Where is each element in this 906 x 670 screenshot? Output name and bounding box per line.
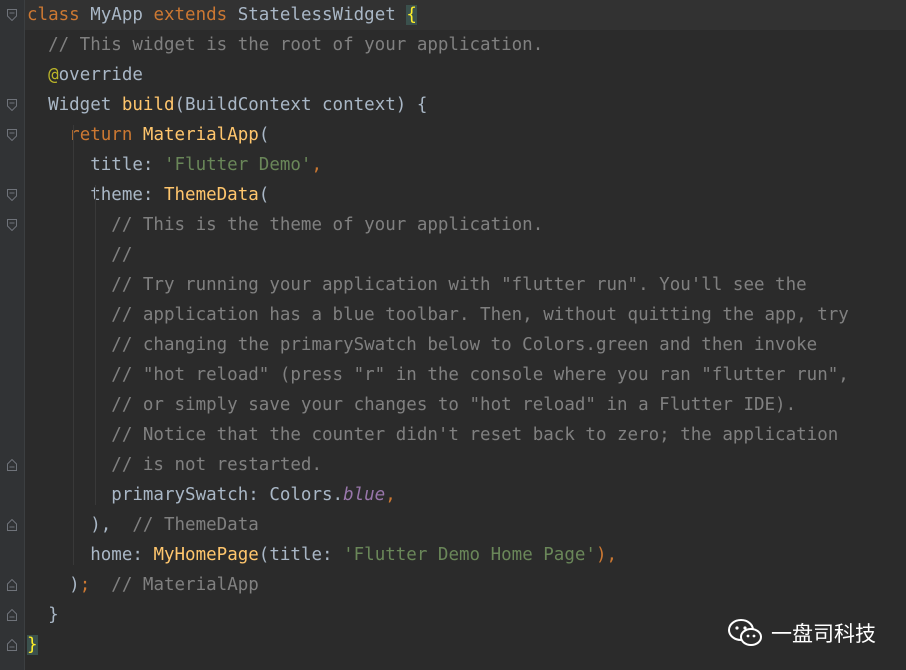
code-line[interactable]: // [25, 240, 906, 270]
code-line[interactable]: ); // MaterialApp [25, 570, 906, 600]
code-token: build [121, 95, 175, 115]
code-token: // is not restarted. [27, 455, 323, 475]
code-line[interactable]: // This is the theme of your application… [25, 210, 906, 240]
code-line[interactable]: ), // ThemeData [25, 510, 906, 540]
code-token: ), [595, 545, 618, 565]
code-token: , [311, 155, 323, 175]
fold-close-icon[interactable] [7, 579, 17, 591]
code-token: 'Flutter Demo' [163, 155, 312, 175]
code-line[interactable]: title: 'Flutter Demo', [25, 150, 906, 180]
code-token: class [27, 5, 91, 25]
code-token: ( [258, 185, 270, 205]
code-token: // or simply save your changes to "hot r… [27, 395, 797, 415]
fold-open-icon[interactable] [7, 129, 17, 141]
code-token: MyApp [90, 5, 154, 25]
code-line[interactable]: // or simply save your changes to "hot r… [25, 390, 906, 420]
wechat-icon [728, 619, 762, 646]
code-line[interactable]: // "hot reload" (press "r" in the consol… [25, 360, 906, 390]
code-token: blue [343, 485, 386, 505]
code-line[interactable]: class MyApp extends StatelessWidget { [25, 0, 906, 30]
watermark: 一盘司科技 [727, 618, 876, 648]
code-line[interactable]: theme: ThemeData( [25, 180, 906, 210]
code-token: ( [258, 125, 270, 145]
code-token: { [406, 5, 417, 25]
code-token: // Notice that the counter didn't reset … [27, 425, 839, 445]
code-line[interactable]: @override [25, 60, 906, 90]
fold-open-icon[interactable] [7, 9, 17, 21]
code-token: MaterialApp [142, 125, 259, 145]
code-token: // ThemeData [132, 515, 259, 535]
code-line[interactable]: // changing the primarySwatch below to C… [25, 330, 906, 360]
code-token: primarySwatch: Colors. [27, 485, 344, 505]
code-token: // This is the theme of your application… [27, 215, 544, 235]
watermark-text: 一盘司科技 [771, 622, 876, 646]
code-token: , [385, 485, 396, 505]
indent-guide [95, 185, 96, 505]
code-token: @ [48, 65, 59, 85]
code-token: } [27, 605, 59, 625]
code-token: // "hot reload" (press "r" in the consol… [27, 365, 849, 385]
code-token: // MaterialApp [111, 575, 259, 595]
indent-guide [73, 125, 74, 565]
code-token: ) [27, 575, 80, 595]
fold-open-icon[interactable] [7, 99, 17, 111]
code-token: // changing the primarySwatch below to C… [27, 335, 818, 355]
editor-gutter [0, 0, 25, 670]
code-area[interactable]: class MyApp extends StatelessWidget { //… [25, 0, 906, 670]
code-token: 'Flutter Demo Home Page' [343, 545, 596, 565]
code-line[interactable]: // Try running your application with "fl… [25, 270, 906, 300]
code-line[interactable]: // This widget is the root of your appli… [25, 30, 906, 60]
code-token: ThemeData [163, 185, 259, 205]
code-line[interactable]: // is not restarted. [25, 450, 906, 480]
code-line[interactable]: return MaterialApp( [25, 120, 906, 150]
code-token: override [58, 65, 143, 85]
fold-open-icon[interactable] [7, 189, 17, 201]
code-token: (title: [258, 545, 344, 565]
fold-close-icon[interactable] [7, 519, 17, 531]
code-token: ), [27, 515, 133, 535]
code-editor[interactable]: class MyApp extends StatelessWidget { //… [0, 0, 906, 670]
code-token: // Try running your application with "fl… [27, 275, 807, 295]
code-token: (BuildContext context) { [174, 95, 428, 115]
code-token: home: [27, 545, 154, 565]
code-line[interactable]: Widget build(BuildContext context) { [25, 90, 906, 120]
code-token: title: [27, 155, 164, 175]
code-token: // application has a blue toolbar. Then,… [27, 305, 849, 325]
code-token: // [27, 245, 133, 265]
code-line[interactable]: home: MyHomePage(title: 'Flutter Demo Ho… [25, 540, 906, 570]
code-line[interactable]: // Notice that the counter didn't reset … [25, 420, 906, 450]
code-token: ; [79, 575, 112, 595]
code-token: MyHomePage [153, 545, 259, 565]
code-token: // This widget is the root of your appli… [27, 35, 544, 55]
code-line[interactable]: primarySwatch: Colors.blue, [25, 480, 906, 510]
code-token: Widget [27, 95, 122, 115]
code-token: StatelessWidget [237, 5, 407, 25]
fold-close-icon[interactable] [7, 459, 17, 471]
code-token: } [27, 635, 38, 655]
code-line[interactable]: // application has a blue toolbar. Then,… [25, 300, 906, 330]
code-token: return [69, 125, 143, 145]
fold-open-icon[interactable] [7, 219, 17, 231]
code-token: extends [153, 5, 238, 25]
fold-close-icon[interactable] [7, 609, 17, 621]
fold-close-icon[interactable] [7, 639, 17, 651]
